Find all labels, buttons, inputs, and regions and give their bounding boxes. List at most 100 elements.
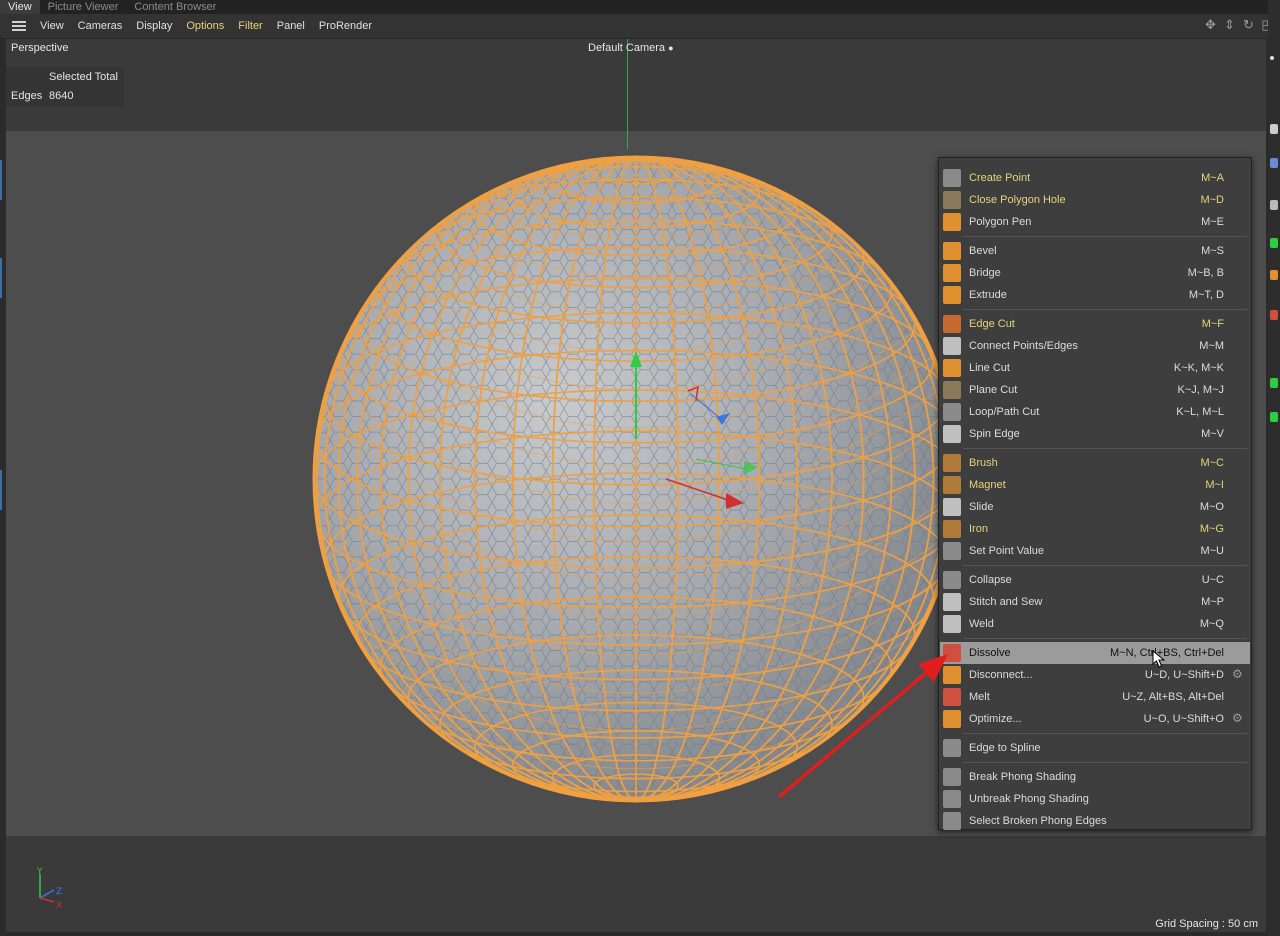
menu-item-loop-path-cut[interactable]: Loop/Path Cut K~L, M~L: [940, 401, 1250, 423]
menu-item-spin-edge[interactable]: Spin Edge M~V: [940, 423, 1250, 445]
viewport-name: Perspective: [11, 42, 69, 54]
menu-item-bevel[interactable]: Bevel M~S: [940, 240, 1250, 262]
menu-item-optimize[interactable]: Optimize... U~O, U~Shift+O ⚙: [940, 708, 1250, 730]
menu-item-label: Bridge: [969, 267, 1001, 279]
menu-item-line-cut[interactable]: Line Cut K~K, M~K: [940, 357, 1250, 379]
world-y-axis-line: [627, 39, 628, 149]
pen-tool-icon[interactable]: [1270, 270, 1278, 280]
menu-item-shortcut: M~I: [1205, 479, 1224, 491]
camera-name: Default Camera: [588, 42, 666, 54]
move-view-icon[interactable]: ✥: [1204, 18, 1217, 31]
light-tool-icon[interactable]: [1270, 158, 1278, 168]
shield-tool-icon[interactable]: [1270, 200, 1278, 210]
plane-cut-icon: [943, 381, 961, 399]
menu-item-label: Polygon Pen: [969, 216, 1032, 228]
menu-item-label: Set Point Value: [969, 545, 1045, 557]
bevel-icon: [943, 242, 961, 260]
menu-options[interactable]: Options: [179, 20, 231, 32]
menu-cameras[interactable]: Cameras: [71, 20, 130, 32]
menu-item-stitch-sew[interactable]: Stitch and Sew M~P: [940, 591, 1250, 613]
options-gear-icon[interactable]: ⚙: [1232, 712, 1244, 724]
menu-item-label: Melt: [969, 691, 990, 703]
dolly-view-icon[interactable]: ⇕: [1223, 18, 1236, 31]
menu-view[interactable]: View: [33, 20, 71, 32]
menu-item-shortcut: M~U: [1200, 545, 1224, 557]
right-toolbar-strip: [1268, 0, 1280, 936]
menu-item-extrude[interactable]: Extrude M~T, D: [940, 284, 1250, 306]
menu-item-label: Close Polygon Hole: [969, 194, 1066, 206]
green-cube-3-icon[interactable]: [1270, 412, 1278, 422]
green-cube-2-icon[interactable]: [1270, 378, 1278, 388]
menu-item-label: Line Cut: [969, 362, 1010, 374]
close-polygon-hole-icon: [943, 191, 961, 209]
options-gear-icon[interactable]: ⚙: [1232, 668, 1244, 680]
point-mode-icon[interactable]: [1270, 56, 1274, 60]
menu-item-shortcut: U~O, U~Shift+O: [1143, 713, 1224, 725]
menu-item-shortcut: M~G: [1199, 523, 1224, 535]
hamburger-menu-icon[interactable]: [12, 21, 26, 31]
menu-panel[interactable]: Panel: [270, 20, 312, 32]
menu-item-label: Plane Cut: [969, 384, 1018, 396]
grid-spacing-label: Grid Spacing : 50 cm: [1155, 918, 1258, 930]
menu-item-create-point[interactable]: Create Point M~A: [940, 167, 1250, 189]
axis-y-label: Y: [36, 867, 43, 877]
bridge-icon: [943, 264, 961, 282]
polygon-pen-icon: [943, 213, 961, 231]
menu-item-shortcut: M~P: [1201, 596, 1224, 608]
menu-item-bridge[interactable]: Bridge M~B, B: [940, 262, 1250, 284]
menu-item-edge-cut[interactable]: Edge Cut M~F: [940, 313, 1250, 335]
sphere-object[interactable]: [306, 149, 966, 809]
menu-item-plane-cut[interactable]: Plane Cut K~J, M~J: [940, 379, 1250, 401]
menu-item-weld[interactable]: Weld M~Q: [940, 613, 1250, 635]
tab-picture-viewer[interactable]: Picture Viewer: [40, 0, 127, 14]
red-shield-icon[interactable]: [1270, 310, 1278, 320]
menu-item-label: Slide: [969, 501, 994, 513]
tab-view[interactable]: View: [0, 0, 40, 14]
menu-item-shortcut: M~E: [1201, 216, 1224, 228]
video-camera-icon: ●: [668, 43, 674, 53]
camera-label[interactable]: Default Camera ●: [588, 42, 674, 54]
menu-filter[interactable]: Filter: [231, 20, 269, 32]
menu-item-slide[interactable]: Slide M~O: [940, 496, 1250, 518]
menu-item-label: Collapse: [969, 574, 1012, 586]
menu-item-collapse[interactable]: Collapse U~C: [940, 569, 1250, 591]
set-point-value-icon: [943, 542, 961, 560]
menu-item-shortcut: M~N, Ctrl+BS, Ctrl+Del: [1110, 647, 1224, 659]
menu-item-label: Magnet: [969, 479, 1006, 491]
tab-content-browser[interactable]: Content Browser: [126, 0, 224, 14]
menu-item-iron[interactable]: Iron M~G: [940, 518, 1250, 540]
spin-edge-icon: [943, 425, 961, 443]
menu-item-shortcut: M~Q: [1199, 618, 1224, 630]
menu-item-close-polygon-hole[interactable]: Close Polygon Hole M~D: [940, 189, 1250, 211]
rotate-view-icon[interactable]: ↻: [1242, 18, 1255, 31]
menu-item-shortcut: K~K, M~K: [1173, 362, 1224, 374]
menu-item-label: Dissolve: [969, 647, 1011, 659]
slide-icon: [943, 498, 961, 516]
menu-item-unbreak-phong[interactable]: Unbreak Phong Shading: [940, 788, 1250, 810]
menu-item-select-broken-phong[interactable]: Select Broken Phong Edges: [940, 810, 1250, 832]
collapse-icon: [943, 571, 961, 589]
menu-item-connect-points[interactable]: Connect Points/Edges M~M: [940, 335, 1250, 357]
menu-item-magnet[interactable]: Magnet M~I: [940, 474, 1250, 496]
menu-item-polygon-pen[interactable]: Polygon Pen M~E: [940, 211, 1250, 233]
menu-item-edge-to-spline[interactable]: Edge to Spline: [940, 737, 1250, 759]
sphere-tool-icon[interactable]: [1270, 124, 1278, 134]
menu-item-label: Extrude: [969, 289, 1007, 301]
menu-separator: [963, 448, 1247, 449]
menu-separator: [963, 565, 1247, 566]
menu-prorender[interactable]: ProRender: [312, 20, 379, 32]
menu-item-shortcut: M~T, D: [1188, 289, 1224, 301]
mouse-cursor-icon: [1152, 650, 1166, 668]
menu-separator: [963, 762, 1247, 763]
menu-item-disconnect[interactable]: Disconnect... U~D, U~Shift+D ⚙: [940, 664, 1250, 686]
menu-item-break-phong[interactable]: Break Phong Shading: [940, 766, 1250, 788]
green-cube-icon[interactable]: [1270, 238, 1278, 248]
menu-item-melt[interactable]: Melt U~Z, Alt+BS, Alt+Del: [940, 686, 1250, 708]
menu-item-set-point-value[interactable]: Set Point Value M~U: [940, 540, 1250, 562]
menu-item-shortcut: M~C: [1200, 457, 1224, 469]
menu-item-label: Select Broken Phong Edges: [969, 815, 1107, 827]
menu-item-brush[interactable]: Brush M~C: [940, 452, 1250, 474]
menu-display[interactable]: Display: [129, 20, 179, 32]
loop-path-cut-icon: [943, 403, 961, 421]
menu-item-dissolve[interactable]: Dissolve M~N, Ctrl+BS, Ctrl+Del: [940, 642, 1250, 664]
